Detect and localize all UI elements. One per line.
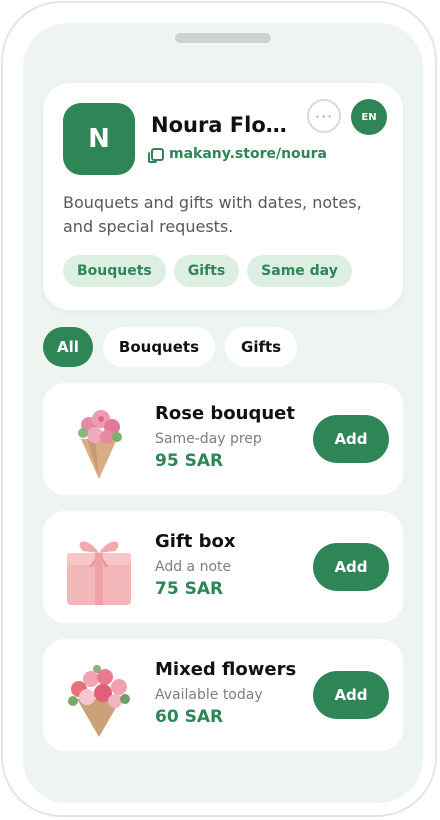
add-button[interactable]: Add — [313, 415, 389, 463]
store-logo: N — [63, 103, 135, 175]
tag-same-day: Same day — [247, 255, 352, 287]
product-name: Rose bouquet — [155, 403, 295, 424]
product-price: 75 SAR — [155, 579, 224, 599]
rose-bouquet-image — [78, 410, 122, 479]
product-name: Mixed flowers — [155, 659, 297, 680]
store-link-text: makany.store/noura — [169, 146, 327, 162]
mixed-flowers-image — [68, 665, 130, 737]
category-filters: All Bouquets Gifts — [43, 327, 298, 367]
more-options-button[interactable]: ··· — [307, 99, 341, 133]
product-name: Gift box — [155, 531, 236, 552]
store-card: N Noura Flow... makany.store/noura ··· E… — [43, 83, 403, 310]
product-subtitle: Available today — [155, 687, 263, 703]
copy-icon — [148, 147, 164, 163]
product-subtitle: Same-day prep — [155, 431, 262, 447]
app-screen: N Noura Flow... makany.store/noura ··· E… — [23, 23, 423, 803]
product-price: 95 SAR — [155, 451, 224, 471]
product-price: 60 SAR — [155, 707, 224, 727]
store-name: Noura Flow... — [151, 113, 299, 137]
filter-all[interactable]: All — [43, 327, 93, 367]
product-card: Mixed flowers Available today 60 SAR Add — [43, 639, 403, 751]
filter-bouquets[interactable]: Bouquets — [102, 327, 216, 367]
store-link[interactable]: makany.store/noura — [148, 146, 327, 163]
store-tags: Bouquets Gifts Same day — [63, 255, 352, 287]
tag-gifts: Gifts — [173, 255, 240, 287]
gift-box-image — [67, 541, 131, 605]
store-description: Bouquets and gifts with dates, notes, an… — [63, 193, 362, 236]
product-card: Rose bouquet Same-day prep 95 SAR Add — [43, 383, 403, 495]
notch — [175, 33, 271, 43]
add-button[interactable]: Add — [313, 543, 389, 591]
product-subtitle: Add a note — [155, 559, 232, 575]
filter-gifts[interactable]: Gifts — [225, 327, 298, 367]
tag-bouquets: Bouquets — [63, 255, 166, 287]
add-button[interactable]: Add — [313, 671, 389, 719]
product-card: Gift box Add a note 75 SAR Add — [43, 511, 403, 623]
phone-frame: N Noura Flow... makany.store/noura ··· E… — [1, 1, 437, 817]
language-button[interactable]: EN — [351, 99, 387, 135]
